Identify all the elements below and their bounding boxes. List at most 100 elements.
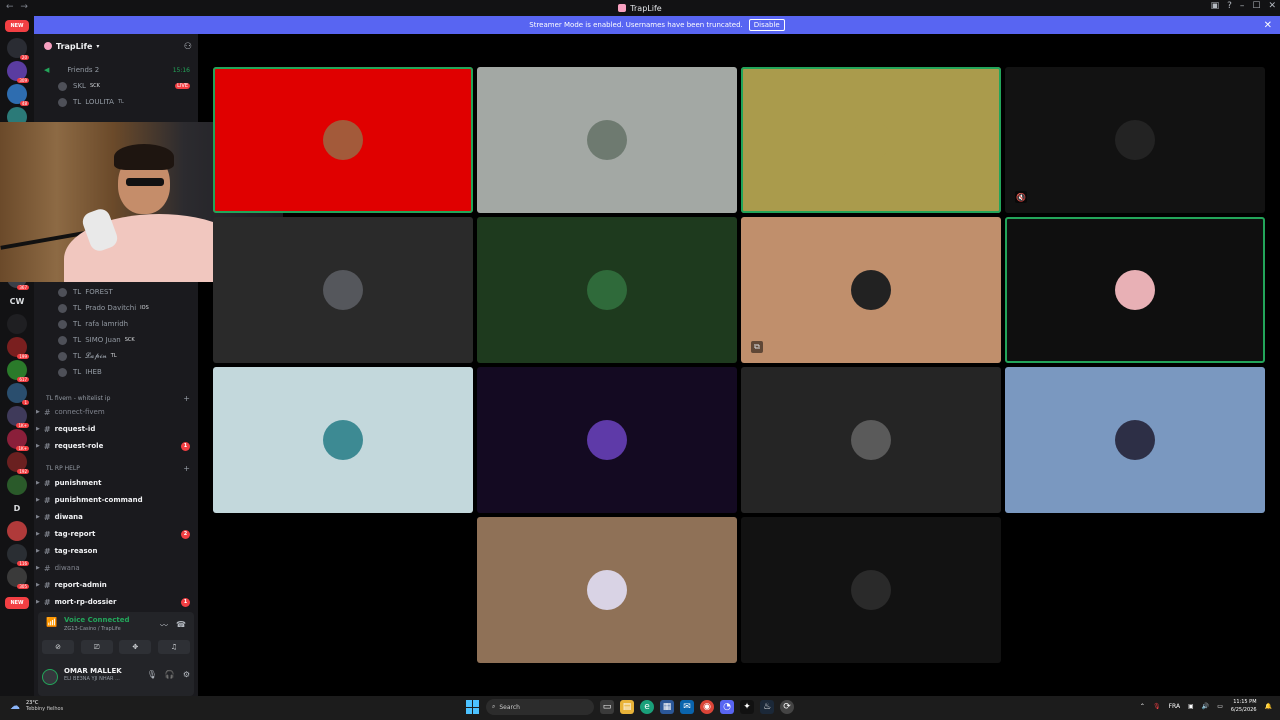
voice-member[interactable]: TL 𝓛𝓪𝓹𝓲𝓷 TL [34, 348, 198, 364]
participant-tile[interactable] [1005, 367, 1265, 513]
banner-close-icon[interactable]: ✕ [1264, 20, 1272, 31]
mail-icon[interactable]: ✉ [680, 700, 694, 714]
channel-request-role[interactable]: ▶ # request-role 1 [34, 438, 198, 454]
channel-tag-report[interactable]: ▶ # tag-report 2 [34, 526, 198, 542]
server-icon[interactable] [7, 475, 27, 495]
nav-arrows[interactable]: ← → [6, 2, 30, 12]
clock[interactable]: 11:15 PM 6/25/2026 [1231, 698, 1257, 714]
minimize-button[interactable]: – [1240, 1, 1245, 11]
headphones-icon[interactable]: 🎧 [165, 670, 175, 679]
activities-icon[interactable]: ✥ [119, 640, 152, 654]
task-view-icon[interactable]: ▭ [600, 700, 614, 714]
voice-member[interactable]: TL SIMO Juan SCK [34, 332, 198, 348]
server-icon[interactable]: 309 [7, 61, 29, 83]
discord-icon[interactable]: ◔ [720, 700, 734, 714]
mic-tray-icon[interactable]: 🎙 [1153, 703, 1161, 710]
channel-tag-reason[interactable]: ▶ # tag-reason [34, 543, 198, 559]
avatar[interactable] [42, 669, 58, 685]
soundboard-icon[interactable]: ♫ [157, 640, 190, 654]
channel-punishment-command[interactable]: ▶ # punishment-command [34, 492, 198, 508]
server-icon[interactable]: 199 [7, 337, 29, 359]
server-icon[interactable]: 617 [7, 360, 29, 382]
participant-tile[interactable] [477, 67, 737, 213]
server-icon[interactable]: D [7, 498, 27, 518]
server-icon[interactable]: 1K+ [7, 429, 29, 451]
voice-channel-path[interactable]: ZG13-Casino / TrapLife [64, 626, 121, 632]
participant-tile[interactable] [213, 67, 473, 213]
language-indicator[interactable]: FRA [1169, 703, 1180, 710]
participant-tile[interactable] [477, 517, 737, 663]
voice-member[interactable]: TL Prado Davitchi IOS [34, 300, 198, 316]
battery-icon[interactable]: ▭ [1217, 703, 1223, 710]
add-member-icon[interactable]: ⚇ [184, 42, 192, 52]
participant-tile[interactable] [477, 367, 737, 513]
server-icon[interactable] [7, 314, 27, 334]
app-icon[interactable]: ✦ [740, 700, 754, 714]
channel-mort-rp-dossier[interactable]: ▶ # mort-rp-dossier 1 [34, 594, 198, 610]
store-icon[interactable]: ▦ [660, 700, 674, 714]
edge-icon[interactable]: e [640, 700, 654, 714]
voice-member[interactable]: TL IHEB [34, 364, 198, 380]
participant-tile[interactable] [1005, 217, 1265, 363]
category-help[interactable]: TL RP HELP + [34, 460, 198, 476]
server-icon[interactable]: 48 [7, 84, 29, 106]
participant-tile[interactable] [741, 67, 1001, 213]
voice-member[interactable]: TL rafa lamridh [34, 316, 198, 332]
disable-streamer-mode-button[interactable]: Disable [748, 19, 785, 31]
camera-off-icon[interactable]: ⊘ [42, 640, 74, 654]
voice-member[interactable]: SKL SCK LIVE [34, 78, 198, 94]
server-icon[interactable]: 1K+ [7, 406, 29, 428]
channel-punishment[interactable]: ▶ # punishment [34, 475, 198, 491]
server-icon[interactable]: 20 [7, 38, 29, 60]
participant-tile[interactable] [741, 517, 1001, 663]
participant-tile[interactable] [213, 217, 473, 363]
taskbar-search[interactable]: ⌕ Search [486, 699, 594, 715]
new-badge[interactable]: NEW [5, 20, 29, 32]
voice-channel-friends2[interactable]: ◀ Friends 2 15:16 [34, 62, 198, 78]
traplife-icon[interactable]: ⟳ [780, 700, 794, 714]
channel-diwana[interactable]: ▶ # diwana [34, 560, 198, 576]
help-icon[interactable]: ? [1227, 1, 1232, 11]
windows-start-icon[interactable] [466, 700, 480, 714]
noise-suppression-icon[interactable]: 〰 [160, 620, 168, 631]
screen-share-icon[interactable]: ⎚ [80, 640, 113, 654]
chrome-icon[interactable]: ◉ [700, 700, 714, 714]
channel-report-admin[interactable]: ▶ # report-admin [34, 577, 198, 593]
voice-connected-status[interactable]: Voice Connected [64, 616, 130, 624]
weather-widget[interactable]: ☁ 23°C Tebbiny fielhos [10, 700, 63, 712]
channel-diwana[interactable]: ▶ # diwana [34, 509, 198, 525]
add-channel-icon[interactable]: + [183, 394, 190, 403]
server-icon[interactable] [7, 521, 27, 541]
steam-icon[interactable]: ♨ [760, 700, 774, 714]
gear-icon[interactable]: ⚙ [183, 670, 190, 679]
server-icon[interactable]: 1 [7, 383, 29, 405]
close-window-button[interactable]: ✕ [1268, 1, 1276, 11]
microphone-icon[interactable]: 🎙 [147, 670, 157, 679]
notification-icon[interactable]: 🔔 [1265, 703, 1272, 710]
chevron-up-icon[interactable]: ⌃ [1140, 703, 1145, 710]
participant-tile[interactable] [741, 367, 1001, 513]
signal-icon[interactable]: 📶 [46, 618, 57, 628]
participant-tile[interactable] [213, 367, 473, 513]
disconnect-icon[interactable]: ☎ [176, 620, 186, 629]
maximize-button[interactable]: ☐ [1252, 1, 1260, 11]
add-channel-icon[interactable]: + [183, 464, 190, 473]
volume-icon[interactable]: 🔊 [1202, 703, 1209, 710]
voice-member[interactable]: TL LOULITA TL [34, 94, 198, 110]
guild-header[interactable]: TrapLife ▾ ⚇ [34, 34, 198, 58]
inbox-icon[interactable]: ▣ [1211, 1, 1220, 11]
server-icon[interactable]: 192 [7, 452, 29, 474]
new-badge[interactable]: NEW [5, 597, 29, 609]
channel-request-id[interactable]: ▶ # request-id [34, 421, 198, 437]
participant-tile[interactable]: ⧉ [741, 217, 1001, 363]
participant-tile[interactable]: 🔇 [1005, 67, 1265, 213]
server-icon[interactable]: 305 [7, 567, 29, 589]
server-icon[interactable]: 116 [7, 544, 29, 566]
network-icon[interactable]: ▣ [1188, 703, 1194, 710]
channel-connect-fivem[interactable]: ▶ # connect-fivem [34, 404, 198, 420]
user-name[interactable]: OMAR MALLEK [64, 667, 122, 675]
file-explorer-icon[interactable]: ▤ [620, 700, 634, 714]
participant-tile[interactable] [477, 217, 737, 363]
voice-member[interactable]: TL FOREST [34, 284, 198, 300]
server-icon[interactable]: CW [7, 291, 27, 311]
